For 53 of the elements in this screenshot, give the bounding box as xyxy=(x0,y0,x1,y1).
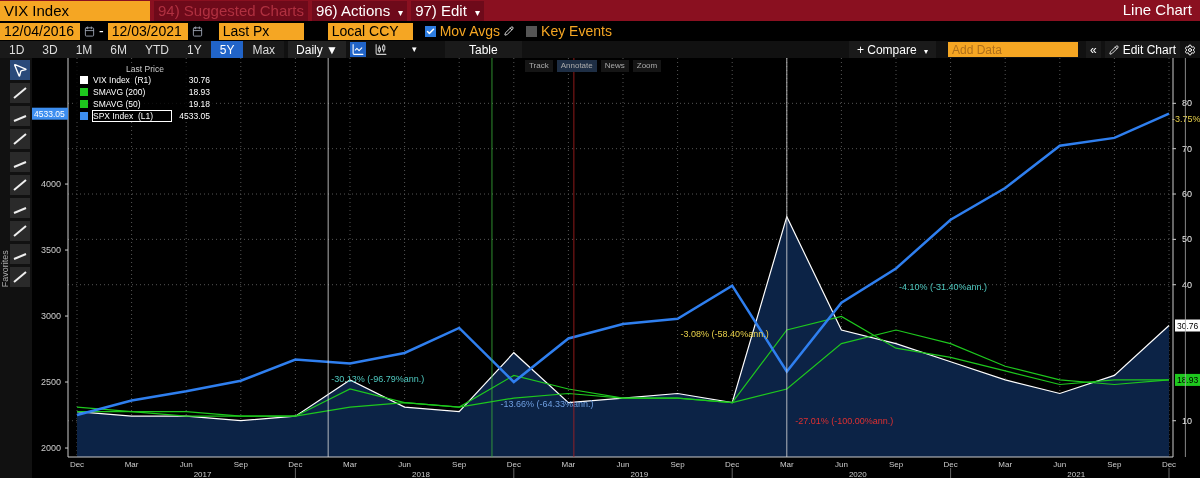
value-tag: 30.76 xyxy=(1175,319,1200,332)
axis-label: 2000 xyxy=(40,443,61,453)
legend-value: 19.18 xyxy=(187,99,210,109)
axis-label: 60 xyxy=(1182,189,1192,199)
year-label: 2017 xyxy=(193,470,212,478)
axis-label: Jun xyxy=(398,460,412,469)
axis-label: Sep xyxy=(670,460,685,469)
change-annotation: -27.01% (-100.00%ann.) xyxy=(795,416,894,426)
axis-label: Dec xyxy=(1161,460,1177,469)
change-annotation: -30.13% (-96.79%ann.) xyxy=(331,374,425,385)
axis-label: Sep xyxy=(452,460,467,469)
axis-label: Dec xyxy=(725,460,740,469)
axis-label: Dec xyxy=(506,460,521,469)
legend-value: 4533.05 xyxy=(178,111,210,121)
axis-label: 70 xyxy=(1182,143,1192,154)
legend-header: Last Price xyxy=(125,64,165,74)
date-separator: - xyxy=(99,21,104,41)
axis-label: 50 xyxy=(1182,234,1192,245)
axis-label: 4000 xyxy=(40,179,61,190)
axis-label: Jun xyxy=(1053,460,1067,469)
chart-type-title: Line Chart xyxy=(1122,0,1193,21)
axis-label: Mar xyxy=(779,460,794,469)
axis-label: Sep xyxy=(233,460,248,469)
option-label: Key Events xyxy=(541,21,612,41)
legend-value: 30.76 xyxy=(187,75,210,85)
axis-label: Jun xyxy=(179,460,193,469)
year-label: 2018 xyxy=(412,470,430,478)
change-annotation: -13.66% (-64.33%ann.) xyxy=(500,399,594,409)
value-tag: 18.93 xyxy=(1175,373,1200,386)
axis-label: 80 xyxy=(1182,98,1192,109)
axis-label: 10 xyxy=(1182,415,1192,426)
change-annotation: -4.10% (-31.40%ann.) xyxy=(899,282,988,293)
axis-label: Dec xyxy=(943,460,958,469)
option-label: Mov Avgs xyxy=(439,21,501,41)
value-tag: 4533.05 xyxy=(32,107,68,120)
change-annotation: -3.75% xyxy=(1172,114,1200,124)
axis-label: 3000 xyxy=(40,311,61,322)
axis-label: Mar xyxy=(343,460,357,469)
axis-label: Jun xyxy=(616,460,630,469)
axis-label: Mar xyxy=(561,460,576,469)
axis-label: Mar xyxy=(124,460,139,469)
year-label: 2021 xyxy=(1067,470,1086,478)
year-label: 2019 xyxy=(630,470,649,478)
axis-label: Sep xyxy=(888,460,904,469)
year-label: 2020 xyxy=(848,470,867,478)
axis-label: 3500 xyxy=(40,245,61,256)
axis-label: Dec xyxy=(69,460,85,469)
axis-label: 2500 xyxy=(40,377,61,388)
legend-value: 18.93 xyxy=(187,87,210,97)
axis-label: Jun xyxy=(834,460,848,469)
axis-label: Sep xyxy=(1107,460,1122,469)
axis-label: Mar xyxy=(998,460,1013,469)
axis-label: Dec xyxy=(288,460,303,469)
